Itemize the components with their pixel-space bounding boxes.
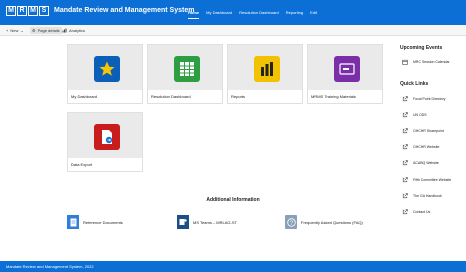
logo-letter: M bbox=[28, 6, 38, 16]
command-bar: + New ⌄ ⚙ Page details Analytics bbox=[0, 25, 466, 36]
nav-home[interactable]: Home bbox=[188, 10, 200, 19]
faq-icon: ? bbox=[285, 215, 297, 229]
logo-letter: R bbox=[17, 6, 27, 16]
document-icon bbox=[67, 215, 79, 229]
star-icon bbox=[94, 56, 120, 82]
external-link-icon bbox=[402, 193, 408, 199]
document-export-icon bbox=[94, 124, 120, 150]
quick-link-label: Focal Point Directory bbox=[413, 97, 446, 101]
tile-label: Data Export bbox=[68, 158, 142, 171]
tile-data-export[interactable]: Data Export bbox=[67, 112, 143, 172]
quick-link-label: OHCHR Sharepoint bbox=[413, 129, 444, 133]
nav-my-dashboard[interactable]: My Dashboard bbox=[206, 10, 232, 19]
svg-text:?: ? bbox=[289, 220, 292, 226]
tile-label: Reports bbox=[228, 90, 302, 103]
nav-reporting[interactable]: Reporting bbox=[286, 10, 303, 19]
powerbi-icon bbox=[254, 56, 280, 82]
external-link-icon bbox=[402, 96, 408, 102]
external-link-icon bbox=[402, 209, 408, 215]
calendar-icon bbox=[402, 59, 408, 65]
quick-link-acabq-website[interactable]: ACABQ Website bbox=[402, 159, 439, 167]
external-link-icon bbox=[402, 144, 408, 150]
quick-link-un-ods[interactable]: UN ODS bbox=[402, 111, 427, 119]
quick-link-label: UN ODS bbox=[413, 113, 427, 117]
quick-link-fifth-committee[interactable]: Fifth Committee Website bbox=[402, 176, 451, 184]
app-title: Mandate Review and Management System bbox=[54, 7, 195, 14]
quick-link-label: The GA Handbook bbox=[413, 194, 442, 198]
external-link-icon bbox=[402, 177, 408, 183]
quick-link-label: OHCHR Website bbox=[413, 145, 440, 149]
tile-label: MRMS Training Materials bbox=[308, 90, 382, 103]
upcoming-item-calendar[interactable]: MRC Session Calendar bbox=[402, 58, 450, 66]
logo-letter: S bbox=[39, 6, 49, 16]
link-ms-teams[interactable]: MS Teams – MRLAG-ST bbox=[177, 215, 237, 229]
new-button[interactable]: + New ⌄ bbox=[6, 27, 24, 34]
quick-link-focal-point-directory[interactable]: Focal Point Directory bbox=[402, 95, 445, 103]
quick-link-contact-us[interactable]: Contact Us bbox=[402, 208, 430, 216]
link-label: Reference Documents bbox=[83, 219, 123, 225]
footer: Mandate Review and Management System, 20… bbox=[0, 261, 466, 272]
nav-resolution-dashboard[interactable]: Resolution Dashboard bbox=[239, 10, 279, 19]
spreadsheet-icon bbox=[174, 56, 200, 82]
analytics-icon bbox=[62, 28, 67, 34]
tile-label: My Dashboard bbox=[68, 90, 142, 103]
page-details-button[interactable]: ⚙ Page details bbox=[30, 27, 62, 34]
video-card-icon bbox=[334, 56, 360, 82]
tile-my-dashboard[interactable]: My Dashboard bbox=[67, 44, 143, 104]
quick-link-ohchr-sharepoint[interactable]: OHCHR Sharepoint bbox=[402, 127, 444, 135]
page-details-label: Page details bbox=[37, 28, 60, 33]
plus-icon: + bbox=[6, 28, 9, 33]
additional-info-title: Additional Information bbox=[206, 197, 260, 203]
gear-icon: ⚙ bbox=[32, 28, 36, 33]
tile-training-materials[interactable]: MRMS Training Materials bbox=[307, 44, 383, 104]
link-label: Frequently Asked Questions (FAQ) bbox=[301, 219, 363, 225]
tile-resolution-dashboard[interactable]: Resolution Dashboard bbox=[147, 44, 223, 104]
analytics-button[interactable]: Analytics bbox=[62, 27, 85, 34]
tile-reports[interactable]: Reports bbox=[227, 44, 303, 104]
top-nav: Home My Dashboard Resolution Dashboard R… bbox=[188, 10, 324, 19]
quick-links-title: Quick Links bbox=[400, 81, 429, 87]
analytics-label: Analytics bbox=[69, 28, 86, 33]
quick-link-label: Contact Us bbox=[413, 210, 431, 214]
upcoming-item-label: MRC Session Calendar bbox=[413, 60, 450, 64]
upcoming-events-title: Upcoming Events bbox=[400, 45, 443, 51]
quick-link-ohchr-website[interactable]: OHCHR Website bbox=[402, 143, 439, 151]
link-faq[interactable]: ? Frequently Asked Questions (FAQ) bbox=[285, 215, 363, 229]
app-logo[interactable]: M R M S bbox=[6, 6, 49, 16]
link-label: MS Teams – MRLAG-ST bbox=[193, 219, 237, 225]
quick-link-label: Fifth Committee Website bbox=[413, 178, 452, 182]
external-link-icon bbox=[402, 112, 408, 118]
chevron-down-icon: ⌄ bbox=[20, 28, 24, 33]
link-reference-documents[interactable]: Reference Documents bbox=[67, 215, 123, 229]
nav-edit[interactable]: Edit bbox=[310, 10, 317, 19]
external-link-icon bbox=[402, 160, 408, 166]
logo-letter: M bbox=[6, 6, 16, 16]
top-bar: M R M S Mandate Review and Management Sy… bbox=[0, 0, 466, 25]
quick-link-label: ACABQ Website bbox=[413, 161, 439, 165]
new-label: New bbox=[10, 28, 19, 33]
tile-label: Resolution Dashboard bbox=[148, 90, 222, 103]
teams-icon bbox=[177, 215, 189, 229]
quick-link-ga-handbook[interactable]: The GA Handbook bbox=[402, 192, 442, 200]
external-link-icon bbox=[402, 128, 408, 134]
